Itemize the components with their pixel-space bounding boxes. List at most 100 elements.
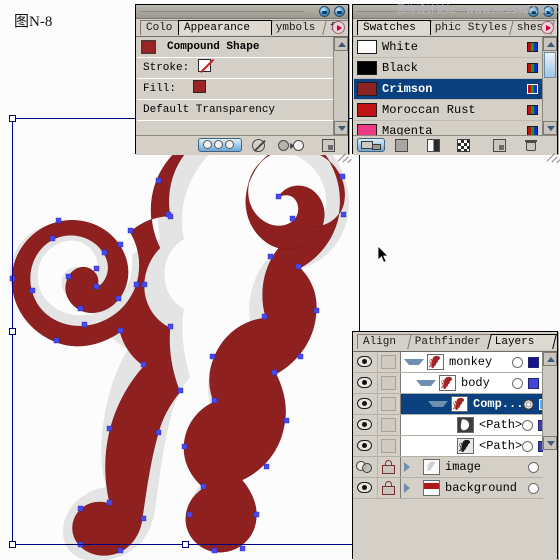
tab-color[interactable]: Colo	[140, 20, 180, 35]
layer-main-background[interactable]: background	[401, 478, 543, 498]
target-indicator[interactable]	[528, 482, 539, 494]
visibility-toggle[interactable]	[353, 478, 378, 498]
appearance-scroll-track[interactable]	[334, 51, 348, 121]
swatches-titlebar[interactable]	[353, 5, 557, 19]
swatches-scroll-track[interactable]	[543, 51, 557, 121]
swatch-chip[interactable]	[357, 61, 377, 75]
resize-grip-icon[interactable]	[542, 141, 560, 164]
swatch-row-black[interactable]: Black	[354, 58, 542, 79]
layer-main-path-2[interactable]: <Path>	[401, 436, 543, 456]
target-indicator[interactable]	[512, 356, 523, 368]
tab-align[interactable]: Align	[357, 334, 413, 349]
selection-handle-bottom-left[interactable]	[9, 541, 16, 548]
appearance-panel-menu-icon[interactable]	[332, 21, 345, 34]
new-swatch-icon[interactable]	[493, 139, 506, 152]
target-indicator[interactable]	[522, 440, 534, 452]
appearance-row-compound-shape[interactable]: Compound Shape	[137, 37, 333, 58]
layers-tab-strip[interactable]: Align Pathfinder Layers	[353, 332, 557, 352]
visibility-toggle[interactable]	[353, 457, 378, 477]
layer-row-path-1[interactable]: <Path>	[353, 415, 543, 436]
tab-symbols[interactable]: ymbols	[268, 20, 330, 35]
visibility-toggle[interactable]	[353, 373, 378, 393]
disclosure-triangle-down-icon[interactable]	[404, 359, 424, 365]
swatch-chip[interactable]	[357, 82, 377, 96]
lock-toggle[interactable]	[378, 436, 401, 456]
lock-icon[interactable]	[382, 460, 395, 474]
layer-main-monkey[interactable]: monkey	[401, 352, 543, 372]
scroll-up-icon[interactable]	[543, 37, 557, 51]
scroll-up-icon[interactable]	[334, 37, 348, 51]
swatches-footer[interactable]	[353, 135, 560, 164]
swatch-chip[interactable]	[357, 103, 377, 117]
selection-handle-middle-left[interactable]	[9, 327, 16, 335]
show-gradient-swatches-icon[interactable]	[427, 139, 440, 152]
layer-row-monkey[interactable]: monkey	[353, 352, 543, 373]
appearance-row-stroke[interactable]: Stroke:	[137, 58, 333, 79]
show-pattern-swatches-icon[interactable]	[457, 139, 470, 152]
layer-main-body[interactable]: body	[401, 373, 543, 393]
appearance-row-fill[interactable]: Fill:	[137, 79, 333, 100]
target-indicator[interactable]	[512, 377, 523, 389]
layers-palette[interactable]: Align Pathfinder Layers monkey body Comp…	[352, 331, 558, 560]
target-indicator[interactable]	[522, 419, 534, 431]
target-indicator[interactable]	[523, 398, 535, 410]
layer-row-body[interactable]: body	[353, 373, 543, 394]
swatches-tab-strip[interactable]: Swatches phic Styles shes	[353, 19, 557, 37]
swatch-chip[interactable]	[357, 124, 377, 135]
visibility-toggle[interactable]	[353, 436, 378, 456]
selection-handle-bottom-center[interactable]	[182, 541, 189, 548]
scroll-up-icon[interactable]	[543, 352, 557, 366]
stroke-none-swatch[interactable]	[197, 59, 211, 72]
delete-swatch-icon[interactable]	[525, 139, 537, 152]
collapse-button[interactable]	[319, 6, 330, 17]
scroll-down-icon[interactable]	[543, 121, 557, 135]
fill-color-swatch[interactable]	[192, 80, 206, 93]
lock-toggle[interactable]	[378, 352, 401, 372]
visibility-toggle[interactable]	[353, 352, 378, 372]
layer-row-path-2[interactable]: <Path>	[353, 436, 543, 457]
swatch-row-white[interactable]: White	[354, 37, 542, 58]
layer-main-path-1[interactable]: <Path>	[401, 415, 543, 435]
disclosure-triangle-right-icon[interactable]	[404, 462, 420, 472]
layers-scrollbar[interactable]	[542, 352, 557, 450]
scroll-down-icon[interactable]	[334, 121, 348, 135]
tab-appearance[interactable]: Appearance	[178, 20, 272, 35]
swatches-palette[interactable]: Swatches phic Styles shes White Black Cr…	[352, 4, 560, 164]
swatch-libraries-icon[interactable]	[357, 138, 385, 152]
layer-main-image[interactable]: image	[401, 457, 543, 477]
swatches-scrollbar[interactable]	[542, 37, 557, 135]
scroll-thumb[interactable]	[544, 52, 556, 78]
disclosure-triangle-down-icon[interactable]	[428, 401, 448, 407]
swatch-row-crimson[interactable]: Crimson	[354, 79, 542, 100]
layers-row-list[interactable]: monkey body Comp... <Path> <Path> image …	[353, 352, 543, 560]
close-button[interactable]	[543, 6, 554, 17]
lock-toggle[interactable]	[378, 415, 401, 435]
appearance-titlebar[interactable]	[136, 5, 348, 19]
layer-main-compound-shape[interactable]: Comp...	[401, 394, 543, 414]
scroll-down-icon[interactable]	[543, 436, 557, 450]
layers-scroll-track[interactable]	[543, 366, 557, 436]
close-button[interactable]	[334, 6, 345, 17]
appearance-tab-strip[interactable]: Colo Appearance ymbols fo	[136, 19, 348, 37]
layer-row-compound-shape[interactable]: Comp...	[353, 394, 543, 415]
layer-row-image[interactable]: image	[353, 457, 543, 478]
tab-layers[interactable]: Layers	[487, 334, 557, 349]
lock-icon[interactable]	[382, 481, 395, 495]
new-art-maintains-appearance-icon[interactable]	[198, 138, 242, 152]
lock-toggle[interactable]	[378, 457, 401, 477]
tab-pathfinder[interactable]: Pathfinder	[407, 334, 495, 349]
resize-grip-icon[interactable]	[333, 141, 352, 164]
disclosure-triangle-right-icon[interactable]	[404, 483, 420, 493]
show-solid-swatches-icon[interactable]	[395, 139, 408, 152]
appearance-scrollbar[interactable]	[333, 37, 348, 135]
visibility-toggle[interactable]	[353, 415, 378, 435]
collapse-button[interactable]	[528, 6, 539, 17]
selection-bounding-box[interactable]	[9, 115, 360, 548]
lock-toggle[interactable]	[378, 394, 401, 414]
reduce-to-basic-appearance-icon[interactable]	[278, 140, 304, 152]
lock-toggle[interactable]	[378, 373, 401, 393]
layer-row-background[interactable]: background	[353, 478, 543, 499]
swatch-row-magenta[interactable]: Magenta	[354, 121, 542, 135]
appearance-palette[interactable]: Colo Appearance ymbols fo Compound Shape…	[135, 4, 373, 164]
visibility-toggle[interactable]	[353, 394, 378, 414]
